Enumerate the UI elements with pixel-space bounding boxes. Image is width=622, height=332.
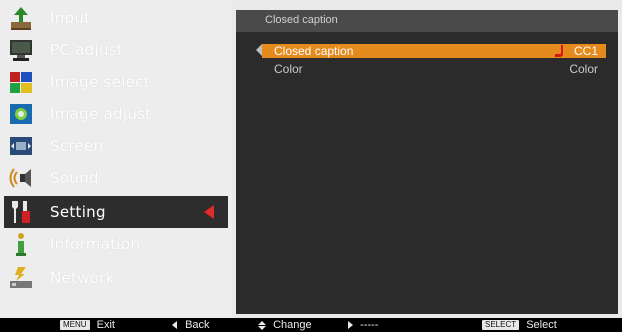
exit-label: Exit (96, 319, 115, 331)
menu-item-label: Information (50, 235, 141, 253)
menu-item-label: Sound (50, 169, 99, 187)
menu-item-label: Setting (50, 203, 106, 221)
select-label: Select (526, 319, 557, 331)
menu-item-input[interactable]: Input (4, 2, 228, 34)
up-down-arrow-icon (258, 320, 266, 330)
menu-item-sound[interactable]: Sound (4, 162, 228, 194)
checkmark-icon (555, 45, 563, 57)
input-icon (11, 7, 31, 30)
menu-item-setting[interactable]: Setting (4, 196, 228, 228)
selected-arrow-icon (204, 205, 214, 219)
setting-icon (12, 201, 30, 223)
right-label: ----- (360, 319, 379, 331)
select-key-badge: SELECT (482, 320, 520, 331)
submenu-title: Closed caption (265, 14, 338, 26)
left-arrow-icon (172, 321, 177, 330)
menu-item-image-select[interactable]: Image select (4, 66, 228, 98)
closed-caption-row[interactable]: Closed caption CC1 (262, 44, 606, 58)
color-label: Color (274, 62, 303, 76)
exit-hint[interactable]: MENU Exit (60, 318, 115, 332)
menu-item-network[interactable]: Network (4, 262, 228, 294)
menu-item-label: Input (50, 9, 91, 27)
back-label: Back (185, 319, 210, 331)
menu-item-label: Network (50, 269, 115, 287)
information-icon (16, 233, 26, 256)
projector-osd: Input PC adjust Image select Image adjus… (0, 0, 622, 332)
menu-item-pc-adjust[interactable]: PC adjust (4, 34, 228, 66)
color-row[interactable]: Color Color (262, 62, 606, 76)
menu-item-information[interactable]: Information (4, 228, 228, 260)
menu-item-label: Screen (50, 137, 104, 155)
color-value: Color (569, 62, 598, 76)
menu-item-label: PC adjust (50, 41, 124, 59)
select-hint[interactable]: SELECT Select (482, 318, 557, 332)
right-arrow-icon (348, 321, 353, 330)
change-hint[interactable]: Change (258, 318, 312, 332)
menu-key-badge: MENU (60, 320, 90, 331)
main-menu: Input PC adjust Image select Image adjus… (0, 0, 232, 318)
menu-item-screen[interactable]: Screen (4, 130, 228, 162)
menu-item-label: Image select (50, 73, 150, 91)
right-hint: ----- (348, 318, 378, 332)
closed-caption-label: Closed caption (274, 44, 354, 58)
back-hint[interactable]: Back (172, 318, 210, 332)
screen-icon (10, 137, 32, 155)
menu-item-label: Image adjust (50, 105, 152, 123)
image-select-icon (10, 72, 32, 93)
footer-bar: MENU Exit Back Change ----- SELECT Selec… (0, 318, 622, 332)
closed-caption-value: CC1 (573, 44, 598, 58)
change-label: Change (273, 319, 312, 331)
network-icon (10, 267, 32, 288)
pc-adjust-icon (10, 40, 32, 61)
menu-item-image-adjust[interactable]: Image adjust (4, 98, 228, 130)
sound-icon (9, 168, 31, 188)
image-adjust-icon (10, 104, 32, 124)
